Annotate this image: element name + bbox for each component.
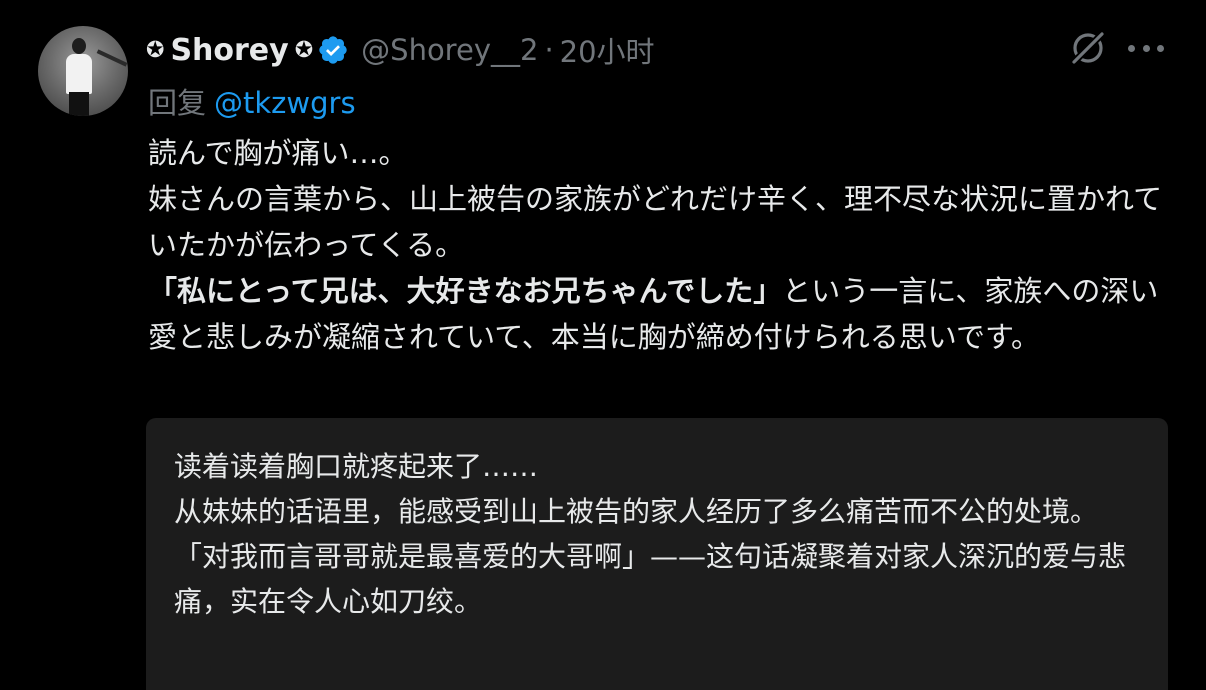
tweet-quote: 「私にとって兄は、大好きなお兄ちゃんでした」 [148, 274, 783, 308]
separator-dot: · [544, 33, 554, 67]
translation-line: 从妹妹的话语里，能感受到山上被告的家人经历了多么痛苦而不公的处境。 [174, 495, 1099, 528]
tweet: ✪ Shorey ✪ @Shorey__2 · 20小时 回复 @tkzwgrs … [0, 0, 1206, 690]
more-dot-icon [1142, 44, 1150, 52]
author-handle[interactable]: @Shorey__2 [361, 33, 538, 67]
tweet-header: ✪ Shorey ✪ @Shorey__2 · 20小时 [146, 28, 655, 72]
more-dot-icon [1128, 44, 1135, 52]
reply-context: 回复 @tkzwgrs [148, 80, 356, 122]
avatar-figure-head [72, 38, 86, 54]
star-suffix-icon: ✪ [294, 37, 314, 63]
grok-icon[interactable] [1068, 28, 1108, 68]
avatar-rail [96, 49, 128, 67]
avatar-figure-body [66, 54, 92, 94]
translation-text: 读着读着胸口就疼起来了…… 从妹妹的话语里，能感受到山上被告的家人经历了多么痛苦… [174, 444, 1134, 624]
reply-label: 回复 [148, 86, 207, 120]
tweet-body: 読んで胸が痛い…。 妹さんの言葉から、山上被告の家族がどれだけ辛く、理不尽な状況… [148, 130, 1168, 360]
translation-box: 读着读着胸口就疼起来了…… 从妹妹的话语里，能感受到山上被告的家人经历了多么痛苦… [146, 418, 1168, 690]
avatar[interactable] [38, 26, 128, 116]
translation-line: 「对我而言哥哥就是最喜爱的大哥啊」——这句话凝聚着对家人深沉的爱与悲痛，实在令人… [174, 540, 1127, 618]
tweet-line: 読んで胸が痛い…。 [148, 136, 408, 170]
translation-line: 读着读着胸口就疼起来了…… [174, 450, 539, 483]
verified-badge-icon [319, 36, 347, 64]
more-options-icon[interactable] [1128, 36, 1164, 60]
post-time[interactable]: 20小时 [560, 29, 655, 71]
tweet-line: 妹さんの言葉から、山上被告の家族がどれだけ辛く、理不尽な状況に置かれていたかが伝… [148, 182, 1163, 262]
display-name[interactable]: Shorey [170, 33, 288, 68]
reply-mention-link[interactable]: @tkzwgrs [214, 86, 356, 120]
more-dot-icon [1157, 44, 1164, 52]
avatar-figure-legs [69, 92, 89, 116]
star-prefix-icon: ✪ [146, 37, 165, 63]
tweet-line: 「私にとって兄は、大好きなお兄ちゃんでした」という一言に、家族への深い愛と悲しみ… [148, 268, 1168, 360]
